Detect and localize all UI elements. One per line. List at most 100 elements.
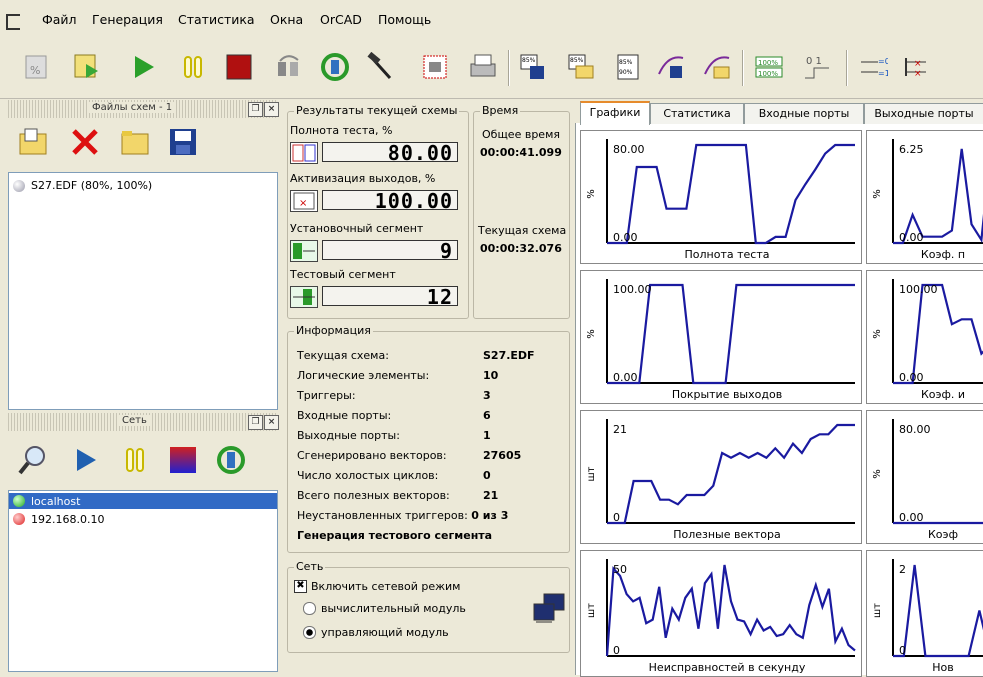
network-search-icon[interactable]	[16, 443, 50, 477]
tab-input-ports[interactable]: Входные порты	[744, 103, 864, 124]
current-time-label: Текущая схема	[478, 224, 567, 237]
chart-svg: 80.00 0.00 Полнота теста%	[586, 139, 855, 261]
info-row: Входные порты: 6	[297, 409, 491, 422]
menu-help[interactable]: Помощь	[378, 12, 431, 27]
tab-statistics[interactable]: Статистика	[650, 103, 744, 124]
status-green-icon	[13, 495, 25, 507]
chart-svg: 80.00 0.00 Коэф%	[872, 419, 983, 541]
svg-text:100%: 100%	[758, 59, 778, 67]
binary-step-icon[interactable]: 0 1	[800, 50, 834, 84]
open-stats-icon[interactable]: 85%	[564, 50, 598, 84]
activation-label: Активизация выходов, %	[290, 172, 436, 185]
x-axis-label: Коэф. п	[921, 248, 965, 261]
restore-icon[interactable]: ❐	[248, 102, 263, 117]
chart-svg: 6.25 0.00 Коэф. п%	[872, 139, 983, 261]
svg-text:85%: 85%	[522, 57, 536, 64]
save-stats-icon[interactable]: 85%	[516, 50, 550, 84]
network-group: Сеть ✖ Включить сетевой режим вычислител…	[287, 560, 570, 653]
results-title: Результаты текущей схемы	[294, 104, 460, 117]
activation-value: 100.00	[322, 190, 458, 211]
setup-segment-icon	[290, 240, 318, 262]
x-axis-label: Нов	[932, 661, 953, 674]
svg-text:85%: 85%	[619, 59, 633, 66]
test-completeness-label: Полнота теста, %	[290, 124, 393, 137]
menu-orcad[interactable]: OrCAD	[320, 12, 362, 27]
report-icon[interactable]: 85% 90%	[612, 50, 646, 84]
completeness-icon	[290, 142, 318, 164]
mode-compute-radio[interactable]: вычислительный модуль	[303, 602, 466, 615]
svg-text:×: ×	[914, 69, 922, 79]
list-item[interactable]: S27.EDF (80%, 100%)	[13, 179, 152, 192]
play-icon[interactable]	[126, 50, 160, 84]
y-max-label: 6.25	[899, 143, 924, 156]
y-min-label: 0	[899, 644, 906, 657]
info-row: Число холостых циклов: 0	[297, 469, 491, 482]
list-item[interactable]: localhost	[9, 493, 277, 509]
y-max-label: 80.00	[899, 423, 931, 436]
refresh-icon[interactable]	[318, 50, 352, 84]
y-max-label: 2	[899, 563, 906, 576]
restore-icon[interactable]: ❐	[248, 415, 263, 430]
series-line	[893, 564, 983, 658]
network-stop-icon[interactable]	[166, 443, 200, 477]
series-line	[893, 148, 983, 245]
network-play-icon[interactable]	[68, 443, 102, 477]
scheme-icon	[13, 179, 25, 192]
menu-generation[interactable]: Генерация	[92, 12, 163, 27]
tab-output-ports[interactable]: Выходные порты	[864, 103, 983, 124]
mode-compute-label: вычислительный модуль	[321, 602, 466, 615]
menu-file[interactable]: Файл	[42, 12, 77, 27]
printer-icon[interactable]	[466, 50, 500, 84]
scheme-item-label: S27.EDF (80%, 100%)	[31, 179, 153, 192]
enable-network-checkbox[interactable]: ✖ Включить сетевой режим	[294, 580, 460, 593]
step-icon[interactable]	[272, 50, 306, 84]
results-group: Результаты текущей схемы Полнота теста, …	[287, 104, 469, 319]
network-refresh-icon[interactable]	[214, 443, 248, 477]
hammer-icon[interactable]	[364, 50, 398, 84]
svg-text:0 1: 0 1	[806, 56, 822, 67]
x-axis-label: Неисправностей в секунду	[649, 661, 806, 674]
menu-windows[interactable]: Окна	[270, 12, 303, 27]
info-row: Сгенерировано векторов: 27605	[297, 449, 522, 462]
y-axis-label: %	[872, 189, 883, 199]
open-folder-icon[interactable]	[118, 125, 152, 159]
tab-graphs[interactable]: Графики	[580, 101, 650, 125]
open-curve-icon[interactable]	[700, 50, 734, 84]
close-icon[interactable]: ×	[264, 415, 279, 430]
network-pause-icon[interactable]	[118, 443, 152, 477]
chart-svg: 100.00 0.00 Покрытие выходов%	[586, 279, 855, 401]
y-min-label: 0.00	[899, 231, 924, 244]
menu-statistics[interactable]: Статистика	[178, 12, 255, 27]
save-curve-icon[interactable]	[654, 50, 688, 84]
svg-text:=1: =1	[878, 69, 888, 78]
network-group-title: Сеть	[294, 560, 326, 573]
series-line	[605, 564, 856, 657]
close-icon[interactable]: ×	[264, 102, 279, 117]
test-segment-icon	[290, 286, 318, 308]
checkbox-checked-icon: ✖	[294, 580, 307, 593]
list-item[interactable]: 192.168.0.10	[9, 511, 277, 527]
delete-scheme-icon[interactable]	[68, 125, 102, 159]
mode-control-radio[interactable]: управляющий модуль	[303, 626, 449, 639]
status-red-icon	[13, 513, 25, 525]
activation-icon: ×	[290, 190, 318, 212]
save-scheme-icon[interactable]	[166, 125, 200, 159]
host-label: localhost	[31, 494, 81, 508]
trigger-reset-icon[interactable]: × ×	[900, 50, 934, 84]
info-title: Информация	[294, 324, 373, 337]
radio-empty-icon	[303, 602, 316, 615]
run-generate-icon[interactable]	[70, 50, 104, 84]
schemes-panel-title: Файлы схем - 1	[88, 102, 177, 113]
trigger-set-icon[interactable]: =0 =1	[856, 50, 890, 84]
settings-disabled-icon[interactable]: %	[20, 50, 54, 84]
y-min-label: 0	[613, 644, 620, 657]
test-segment-value: 12	[322, 286, 458, 307]
pause-icon[interactable]	[176, 50, 210, 84]
radio-selected-icon	[303, 626, 316, 639]
coverage-icon[interactable]: 100% 100%	[752, 50, 786, 84]
schematic-icon[interactable]	[418, 50, 452, 84]
stop-icon[interactable]	[222, 50, 256, 84]
x-axis-label: Коэф	[928, 528, 958, 541]
open-scheme-icon[interactable]	[16, 125, 50, 159]
svg-text:%: %	[30, 64, 40, 77]
